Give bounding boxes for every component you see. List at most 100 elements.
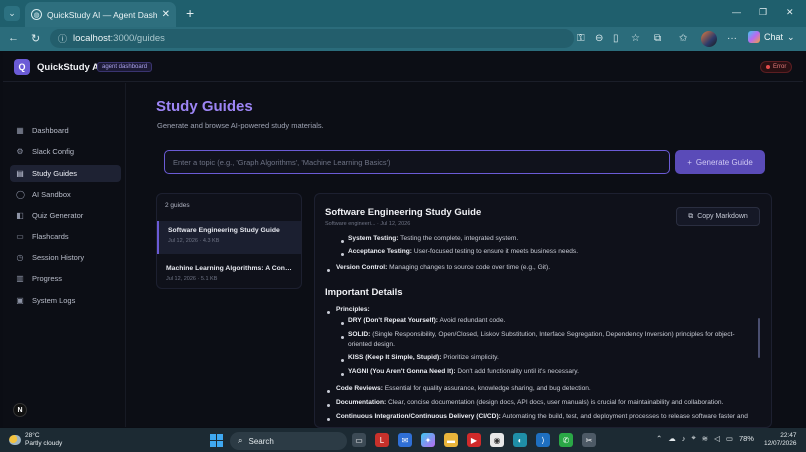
gear-icon: ⚙ (16, 147, 24, 156)
sidebar-item-session-history[interactable]: ◷ Session History (10, 249, 121, 266)
sidebar-item-progress[interactable]: ▥ Progress (10, 270, 121, 287)
page-title: Study Guides (156, 98, 253, 115)
copy-icon: ⧉ (688, 212, 694, 220)
back-icon[interactable]: ← (8, 32, 19, 44)
content-scrollbar[interactable] (758, 318, 760, 358)
youtube-icon[interactable]: ▶ (467, 433, 481, 447)
partly-cloudy-icon (9, 435, 21, 445)
app-name: QuickStudy AI (37, 62, 102, 73)
copy-markdown-button[interactable]: ⧉ Copy Markdown (676, 207, 760, 226)
wifi-icon[interactable]: ≋ (702, 434, 708, 443)
bullet (327, 418, 330, 421)
copilot-app-icon[interactable]: ✦ (421, 433, 435, 447)
location-icon[interactable]: ⌖ (692, 433, 696, 443)
list-item: Continuous Integration/Continuous Delive… (336, 413, 748, 420)
sidebar-item-ai-sandbox[interactable]: ◯ AI Sandbox (10, 186, 121, 203)
list-item: Principles: (336, 306, 370, 313)
chrome-icon[interactable]: ◉ (490, 433, 504, 447)
copilot-chat-button[interactable]: Chat ⌄ (748, 31, 795, 43)
chat-label: Chat (764, 32, 784, 42)
microphone-icon[interactable]: ♪ (682, 434, 686, 443)
volume-icon[interactable]: ◁ (714, 434, 720, 443)
plus-icon: + (687, 157, 692, 167)
sidebar-item-system-logs[interactable]: ▣ System Logs (10, 292, 121, 309)
list-item-continuation: oriented design. (348, 341, 395, 348)
agent-dashboard-badge: agent dashboard (97, 62, 153, 72)
topic-input[interactable] (164, 150, 670, 174)
guide-title-heading: Software Engineering Study Guide (325, 207, 482, 218)
restore-icon[interactable]: ❐ (759, 7, 767, 18)
chat-bubble-icon: ◯ (16, 190, 25, 199)
time: 22:47 (780, 432, 797, 439)
site-info-icon[interactable]: ⓘ (58, 32, 67, 45)
list-item: KISS (Keep It Simple, Stupid): Prioritiz… (348, 354, 499, 361)
bar-chart-icon: ▥ (16, 274, 24, 283)
zoom-icon[interactable]: ⊖ (595, 33, 603, 44)
guide-list-item[interactable]: Software Engineering Study Guide Jul 12,… (157, 221, 301, 254)
cloud-icon[interactable]: ☁ (668, 434, 676, 443)
battery-icon[interactable]: ▭ (726, 434, 733, 443)
guide-content[interactable]: System Testing: Testing the complete, in… (315, 232, 755, 427)
guide-list-item[interactable]: Machine Learning Algorithms: A Concis...… (157, 259, 301, 289)
list-item: YAGNI (You Aren't Gonna Need It): Don't … (348, 368, 579, 375)
browser-tab[interactable]: ◍ QuickStudy AI — Agent Dashboard ✕ (25, 2, 176, 27)
list-item: Version Control: Managing changes to sou… (336, 264, 551, 271)
task-view-icon[interactable]: ▭ (352, 433, 366, 447)
sidebar-item-quiz-generator[interactable]: ◧ Quiz Generator (10, 207, 121, 224)
chevron-down-icon: ⌄ (787, 31, 795, 42)
guides-count: 2 guides (165, 202, 190, 209)
sidebar-item-flashcards[interactable]: ▭ Flashcards (10, 228, 121, 245)
whatsapp-icon[interactable]: ✆ (559, 433, 573, 447)
key-icon[interactable]: ⚿ (577, 33, 585, 44)
sidebar-item-slack-config[interactable]: ⚙ Slack Config (10, 143, 121, 160)
system-tray[interactable]: ⌃ ☁ ♪ ⌖ ≋ ◁ ▭ 78% (656, 433, 754, 443)
close-window-icon[interactable]: ✕ (786, 7, 794, 18)
profile-avatar[interactable] (701, 31, 717, 47)
section-heading: Important Details (325, 287, 403, 298)
favorite-star-icon[interactable]: ☆ (631, 33, 640, 44)
taskbar-search[interactable]: ⌕ Search (230, 432, 347, 450)
terminal-icon: ▣ (16, 296, 24, 305)
favorites-icon[interactable]: ✩ (679, 33, 687, 44)
mail-icon[interactable]: ✉ (398, 433, 412, 447)
weather-widget[interactable]: 28°C Partly cloudy (9, 432, 62, 448)
tab-close-icon[interactable]: ✕ (162, 9, 170, 20)
sidebar-item-study-guides[interactable]: ▤ Study Guides (10, 165, 121, 182)
guide-meta-line: Software engineeri... · Jul 12, 2026 (325, 221, 411, 227)
quiz-icon: ◧ (16, 211, 24, 220)
new-tab-button[interactable]: + (186, 5, 194, 21)
address-bar[interactable]: ⓘ localhost:3000/guides (50, 29, 574, 48)
grid-icon: ▦ (16, 126, 24, 135)
generate-guide-button[interactable]: + Generate Guide (675, 150, 765, 174)
copilot-icon (748, 31, 760, 43)
vscode-icon[interactable]: ⟩ (536, 433, 550, 447)
list-item: Documentation: Clear, concise documentat… (336, 399, 724, 406)
snipping-tool-icon[interactable]: ✂ (582, 433, 596, 447)
extensions-icon[interactable]: ⧉ (654, 33, 661, 44)
app-l-icon[interactable]: L (375, 433, 389, 447)
guide-meta: Jul 12, 2026 · 5.1 KB (166, 276, 218, 282)
guide-title: Machine Learning Algorithms: A Concis... (166, 265, 292, 272)
tab-actions-chevron-icon[interactable]: ⌄ (4, 6, 20, 21)
more-menu-icon[interactable]: ··· (727, 33, 737, 44)
bullet (327, 404, 330, 407)
sidebar-item-dashboard[interactable]: ▦ Dashboard (10, 122, 121, 139)
list-item: Code Reviews: Essential for quality assu… (336, 385, 591, 392)
url-text: localhost:3000/guides (73, 33, 165, 44)
edge-icon[interactable]: ◐ (513, 433, 527, 447)
next-js-logo[interactable]: N (13, 403, 27, 417)
minimize-icon[interactable]: — (732, 7, 741, 17)
chevron-up-icon[interactable]: ⌃ (656, 434, 662, 443)
reader-icon[interactable]: ▯ (613, 33, 619, 44)
tab-title: QuickStudy AI — Agent Dashboard (47, 9, 157, 20)
file-explorer-icon[interactable]: ▬ (444, 433, 458, 447)
history-icon: ◷ (16, 253, 24, 262)
windows-start-icon[interactable] (210, 434, 223, 447)
bullet (341, 373, 344, 376)
list-item: SOLID: (Single Responsibility, Open/Clos… (348, 331, 735, 338)
search-icon: ⌕ (238, 436, 243, 445)
error-status-badge[interactable]: Error (760, 61, 793, 73)
clock[interactable]: 22:47 12/07/2026 (764, 432, 797, 448)
refresh-icon[interactable]: ↻ (31, 32, 40, 45)
guide-meta: Jul 12, 2026 · 4.3 KB (168, 238, 220, 244)
